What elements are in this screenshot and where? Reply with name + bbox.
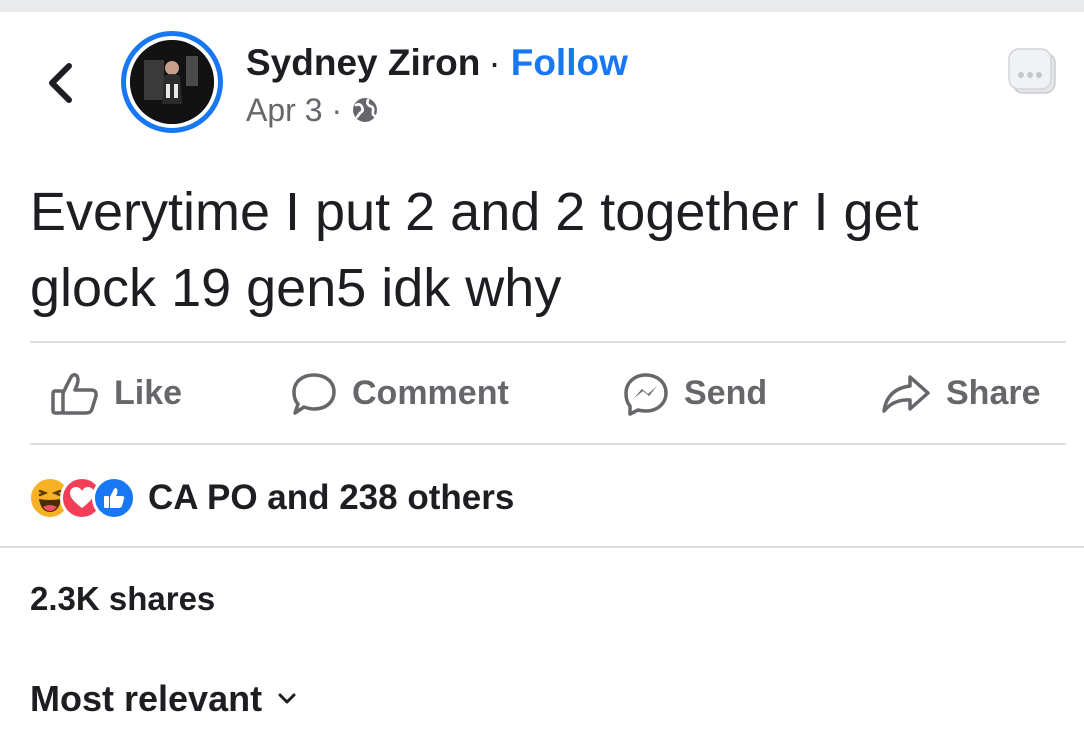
messenger-icon — [624, 372, 668, 416]
divider-reactions — [0, 546, 1084, 548]
share-arrow-icon — [882, 374, 930, 413]
like-reaction-icon — [92, 476, 136, 520]
divider-top-actions — [30, 341, 1066, 343]
send-button[interactable]: Send — [622, 345, 767, 442]
chevron-down-icon — [278, 693, 296, 704]
comments-sort-label: Most relevant — [30, 678, 263, 719]
back-button[interactable] — [38, 58, 82, 108]
post-text-line-1: Everytime I put 2 and 2 together I get — [30, 182, 919, 242]
like-label: Like — [114, 374, 183, 412]
back-chevron-icon — [49, 63, 72, 103]
globe-icon — [351, 96, 379, 124]
comment-bubble-icon — [292, 372, 336, 415]
share-button[interactable]: Share — [880, 345, 1041, 442]
top-edge-bar — [0, 0, 1084, 12]
reactions-summary[interactable]: CA PO and 238 others — [28, 470, 514, 526]
post-meta: Apr 3 · — [246, 90, 379, 130]
like-button[interactable]: Like — [50, 345, 182, 442]
post-text: Everytime I put 2 and 2 together I get g… — [30, 174, 1060, 326]
more-options-icon — [1008, 48, 1056, 94]
share-label: Share — [946, 374, 1041, 412]
name-separator: · — [488, 42, 501, 83]
avatar-photo — [130, 40, 214, 124]
divider-bottom-actions — [30, 443, 1066, 445]
send-label: Send — [684, 374, 768, 412]
action-bar: Like Comment Send Share — [0, 345, 1084, 442]
comments-sort-dropdown[interactable]: Most relevant — [30, 678, 296, 720]
shares-count[interactable]: 2.3K shares — [30, 580, 215, 618]
reactions-count-text[interactable]: CA PO and 238 others — [148, 478, 514, 518]
author-name[interactable]: Sydney Ziron — [246, 42, 480, 84]
comment-label: Comment — [352, 374, 509, 412]
more-options-button[interactable] — [1006, 46, 1062, 102]
post-date[interactable]: Apr 3 — [246, 92, 322, 129]
comment-button[interactable]: Comment — [290, 345, 509, 442]
follow-button[interactable]: Follow — [511, 42, 628, 84]
post-text-line-2: glock 19 gen5 idk why — [30, 258, 562, 318]
author-line: Sydney Ziron · Follow — [246, 40, 628, 86]
meta-separator: · — [331, 91, 343, 128]
thumbs-up-icon — [51, 372, 98, 415]
author-avatar[interactable] — [121, 31, 223, 133]
